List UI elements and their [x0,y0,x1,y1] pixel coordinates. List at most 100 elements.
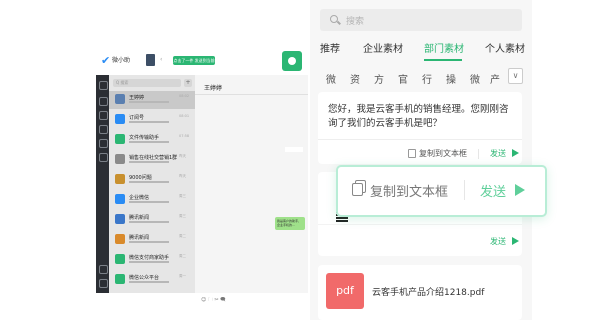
chat-name: 文件传输助手 [129,135,160,141]
avatar [115,114,125,124]
avatar [115,214,125,224]
tab-enterprise[interactable]: 企业素材 [363,40,403,55]
chat-name: 腾讯新闻 [129,215,150,221]
chat-list-item[interactable]: 订阅号 08:01 [109,111,195,129]
chevron-down-icon[interactable]: ∨ [508,68,523,84]
chat-preview [129,201,169,203]
tip-badge: 点击了一件 发送到当前会话 [173,56,215,72]
tab-department[interactable]: 部门素材 [424,40,464,55]
category-item[interactable]: 微 [470,71,480,86]
category-item[interactable]: 微 [326,71,336,86]
copy-icon[interactable] [408,149,416,158]
avatar-icon[interactable] [99,81,108,90]
chat-name: 9000问题 [129,175,152,181]
chat-list-item[interactable]: 腾讯新闻 周二 [109,231,195,249]
category-item[interactable]: 方 [374,71,384,86]
chat-preview [129,241,169,243]
chat-bubble-button[interactable] [282,51,302,71]
cube-icon[interactable] [99,125,108,134]
send-arrow-icon[interactable] [512,149,519,157]
material-text: 您好，我是云客手机的销售经理。您刚刚咨询了我们的云客手机是吧？ [328,104,509,129]
chat-time: 周二 [179,254,186,258]
avatar [115,254,125,264]
divider [318,224,522,225]
avatar [115,194,125,204]
search-placeholder: 搜索 [346,17,365,27]
divider [318,139,522,140]
chat-list-item[interactable]: 9000问题 昨天 [109,171,195,189]
message-toolbar[interactable]: ☺ 🗀 ✂ 🗨 [201,297,226,305]
chat-name: 企业微信 [129,195,150,201]
avatar [115,234,125,244]
avatar [115,154,125,164]
chat-list-item[interactable]: 腾讯新闻 周三 [109,211,195,229]
avatar [115,274,125,284]
tab-recommend[interactable]: 推荐 [320,40,340,55]
pdf-file-icon: pdf [326,273,364,309]
chat-time: 08:02 [179,94,190,98]
category-item[interactable]: 官 [398,71,408,86]
action-zoom-popup: 复制到文本框 发送 [336,165,547,217]
chat-icon[interactable] [99,97,108,106]
category-item[interactable]: 操 [446,71,456,86]
search-input[interactable]: 搜索 [320,9,522,31]
category-item[interactable]: 行 [422,71,432,86]
chat-time: 07:58 [179,134,190,138]
copy-to-textbox-button[interactable]: 复制到文本框 [419,148,467,159]
category-item[interactable]: 资 [350,71,360,86]
add-button[interactable]: + [184,79,192,87]
chat-time: 周三 [179,214,186,218]
app-sidebar [96,75,109,293]
chat-preview [129,181,169,183]
chat-list-item[interactable]: 文件传输助手 07:58 [109,131,195,149]
chat-name: 王婷婷 [129,95,145,101]
chat-name: 销售在线社交营销1群 [129,155,178,161]
chat-preview [129,221,169,223]
search-icon-handle [337,20,341,25]
avatar [115,134,125,144]
divider [195,94,308,95]
tab-personal[interactable]: 个人素材 [485,40,525,55]
phone-icon[interactable] [99,265,108,274]
chat-preview [129,261,169,263]
chat-list-item[interactable]: 王婷婷 08:02 [109,91,195,109]
settings-icon[interactable] [99,153,108,162]
file-material-card[interactable]: pdf 云客手机产品介绍1218.pdf [318,265,522,320]
chat-name: 微信支付商家助手 [129,255,170,261]
chat-list-item[interactable]: 企业微信 周三 [109,191,195,209]
materials-panel: 搜索 推荐 企业素材 部门素材 个人素材 微 资 方 官 行 操 微 产 ∨ 您… [310,0,532,320]
send-button[interactable]: 发送 [480,181,506,200]
chat-list-item[interactable]: 微信支付商家助手 周二 [109,251,195,269]
app-name: 微小助 [112,57,131,64]
active-tab-indicator [424,59,462,61]
contacts-icon[interactable] [99,111,108,120]
chat-name: 微信公众平台 [129,275,160,281]
chat-preview [129,121,169,123]
avatar[interactable] [146,54,155,66]
chat-time: 周三 [179,194,186,198]
divider [478,149,479,159]
send-button[interactable]: 发送 [490,148,506,159]
chat-app-window: ✔ 微小助 ‹ 点击了一件 发送到当前会话 Q 搜索 + 王婷婷 08:02 订阅号… [96,47,308,303]
file-name: 云客手机产品介绍1218.pdf [372,288,485,298]
category-item[interactable]: 产 [490,71,500,86]
chat-list-item[interactable]: 微信公众平台 周一 [109,271,195,289]
copy-icon[interactable] [352,183,363,196]
send-arrow-icon[interactable] [515,184,525,196]
chat-time: 周一 [179,274,186,278]
avatar [115,174,125,184]
chat-search-input[interactable]: Q 搜索 [113,79,181,87]
avatar [115,94,125,104]
chat-list-item[interactable]: 销售在线社交营销1群 昨天 [109,151,195,169]
chat-bubble-icon [288,57,296,65]
chat-name: 订阅号 [129,115,145,121]
chat-preview [129,101,169,103]
menu-icon[interactable] [99,279,108,288]
folder-icon[interactable] [99,139,108,148]
chat-time: 08:01 [179,114,190,118]
send-arrow-icon[interactable] [512,237,519,245]
sent-message-bubble: 我是客户的助手，企业手机的... [275,217,305,230]
copy-to-textbox-button[interactable]: 复制到文本框 [370,181,448,200]
chevron-left-icon[interactable]: ‹ [160,56,162,63]
send-button[interactable]: 发送 [490,236,506,247]
